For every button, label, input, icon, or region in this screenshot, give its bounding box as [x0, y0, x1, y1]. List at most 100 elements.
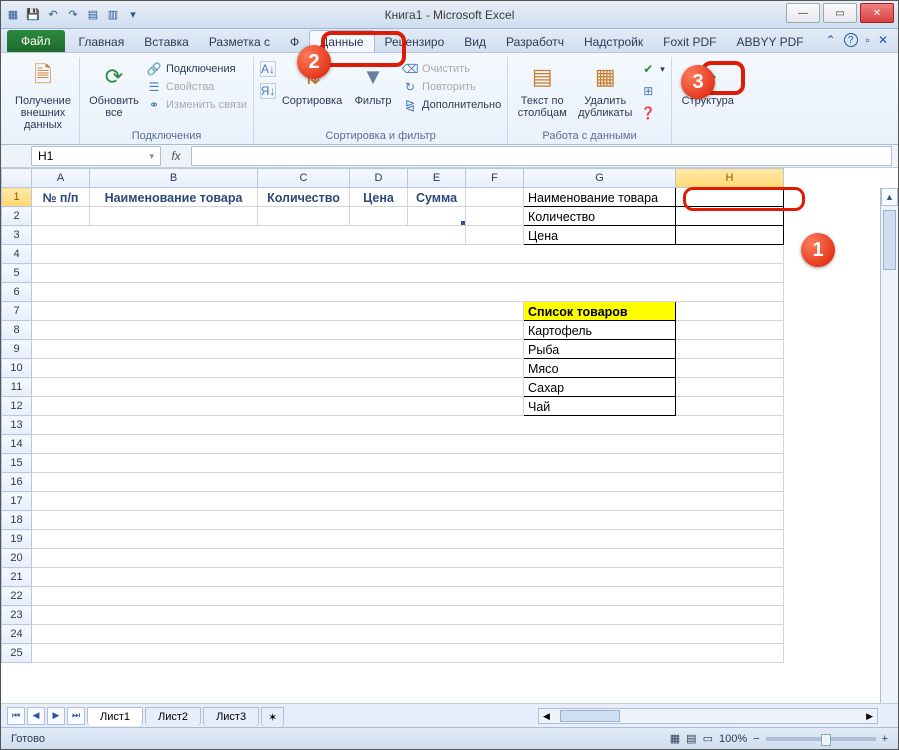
row-13[interactable]: 13	[2, 416, 32, 435]
row-3[interactable]: 3	[2, 226, 32, 245]
row-10[interactable]: 10	[2, 359, 32, 378]
cell-G7[interactable]: Список товаров	[524, 303, 675, 320]
sheet-tab-1[interactable]: Лист1	[87, 707, 143, 726]
consolidate-button[interactable]: ⊞	[640, 83, 665, 99]
zoom-out-button[interactable]: −	[753, 733, 759, 745]
reapply-button[interactable]: ↻Повторить	[402, 79, 501, 95]
cell-E1[interactable]: Сумма	[408, 189, 465, 206]
scroll-left-icon[interactable]: ◀	[539, 711, 554, 722]
tab-addins[interactable]: Надстройк	[574, 31, 653, 52]
edit-links-button[interactable]: ⚭Изменить связи	[146, 97, 247, 113]
row-14[interactable]: 14	[2, 435, 32, 454]
sort-za-button[interactable]: Я↓	[260, 83, 276, 99]
tab-file[interactable]: Файл	[7, 30, 65, 52]
fill-handle[interactable]	[461, 221, 466, 226]
close-workbook-icon[interactable]: ✕	[878, 33, 888, 47]
filter-button[interactable]: ▼ Фильтр	[348, 59, 398, 109]
cell-E2[interactable]	[408, 208, 465, 225]
sheet-nav-first[interactable]: ⏮	[7, 707, 25, 725]
cell-G9[interactable]: Рыба	[524, 341, 675, 358]
cell-G12[interactable]: Чай	[524, 398, 675, 415]
tab-foxit[interactable]: Foxit PDF	[653, 31, 726, 52]
cell-D2[interactable]	[350, 208, 407, 225]
col-G[interactable]: G	[524, 169, 676, 188]
minimize-button[interactable]: —	[786, 3, 820, 23]
cell-G3[interactable]: Цена	[524, 227, 675, 244]
cell-G8[interactable]: Картофель	[524, 322, 675, 339]
col-E[interactable]: E	[408, 169, 466, 188]
row-15[interactable]: 15	[2, 454, 32, 473]
sheet-nav-prev[interactable]: ◀	[27, 707, 45, 725]
tab-developer[interactable]: Разработч	[496, 31, 574, 52]
data-validation-button[interactable]: ✔▾	[640, 61, 665, 77]
zoom-slider[interactable]	[766, 737, 876, 741]
col-H[interactable]: H	[676, 169, 784, 188]
row-7[interactable]: 7	[2, 302, 32, 321]
col-D[interactable]: D	[350, 169, 408, 188]
zoom-in-button[interactable]: +	[882, 733, 888, 745]
cell-A2[interactable]	[32, 208, 89, 225]
scroll-thumb[interactable]	[883, 210, 896, 270]
row-11[interactable]: 11	[2, 378, 32, 397]
sheet-tab-3[interactable]: Лист3	[203, 707, 259, 726]
tab-home[interactable]: Главная	[69, 31, 135, 52]
sort-az-button[interactable]: A↓	[260, 61, 276, 77]
row-9[interactable]: 9	[2, 340, 32, 359]
help-icon[interactable]: ?	[844, 33, 858, 47]
clear-filter-button[interactable]: ⌫Очистить	[402, 61, 501, 77]
close-button[interactable]: ✕	[860, 3, 894, 23]
advanced-filter-button[interactable]: ⧎Дополнительно	[402, 97, 501, 113]
cell-C2[interactable]	[258, 208, 349, 225]
cell-G11[interactable]: Сахар	[524, 379, 675, 396]
row-24[interactable]: 24	[2, 625, 32, 644]
col-C[interactable]: C	[258, 169, 350, 188]
cell-C1[interactable]: Количество	[258, 189, 349, 206]
connections-button[interactable]: 🔗Подключения	[146, 61, 247, 77]
view-break-icon[interactable]: ▭	[703, 732, 713, 745]
tab-layout[interactable]: Разметка с	[199, 31, 280, 52]
row-1[interactable]: 1	[2, 188, 32, 207]
tab-view[interactable]: Вид	[454, 31, 496, 52]
row-21[interactable]: 21	[2, 568, 32, 587]
zoom-level[interactable]: 100%	[719, 733, 747, 745]
row-20[interactable]: 20	[2, 549, 32, 568]
remove-duplicates-button[interactable]: ▦ Удалить дубликаты	[574, 59, 636, 121]
text-to-columns-button[interactable]: ▤ Текст по столбцам	[514, 59, 570, 121]
row-6[interactable]: 6	[2, 283, 32, 302]
cell-G2[interactable]: Количество	[524, 208, 675, 225]
col-A[interactable]: A	[32, 169, 90, 188]
view-layout-icon[interactable]: ▤	[686, 732, 696, 745]
new-sheet-button[interactable]: ✶	[261, 707, 284, 727]
cell-F1[interactable]	[466, 189, 523, 206]
scroll-right-icon[interactable]: ▶	[862, 711, 877, 722]
hscroll-thumb[interactable]	[560, 710, 620, 722]
row-16[interactable]: 16	[2, 473, 32, 492]
col-F[interactable]: F	[466, 169, 524, 188]
restore-window-icon[interactable]: ▫	[866, 33, 870, 47]
sheet-nav-next[interactable]: ▶	[47, 707, 65, 725]
refresh-all-button[interactable]: ⟳ Обновить все	[86, 59, 142, 121]
row-2[interactable]: 2	[2, 207, 32, 226]
cell-A1[interactable]: № п/п	[32, 189, 89, 206]
cell-D1[interactable]: Цена	[350, 189, 407, 206]
sheet-tab-2[interactable]: Лист2	[145, 707, 201, 726]
row-25[interactable]: 25	[2, 644, 32, 663]
row-19[interactable]: 19	[2, 530, 32, 549]
row-8[interactable]: 8	[2, 321, 32, 340]
row-4[interactable]: 4	[2, 245, 32, 264]
chevron-down-icon[interactable]: ▾	[149, 151, 154, 162]
row-5[interactable]: 5	[2, 264, 32, 283]
spreadsheet-grid[interactable]: A B C D E F G H 1 № п/п Наименование тов…	[1, 168, 898, 703]
select-all-corner[interactable]	[2, 169, 32, 188]
cell-F2[interactable]	[466, 208, 523, 225]
minimize-ribbon-icon[interactable]: ⌃	[826, 33, 836, 47]
tab-review[interactable]: Рецензиро	[375, 31, 455, 52]
what-if-button[interactable]: ❓	[640, 105, 665, 121]
row-22[interactable]: 22	[2, 587, 32, 606]
formula-input[interactable]	[191, 146, 892, 166]
col-B[interactable]: B	[90, 169, 258, 188]
row-17[interactable]: 17	[2, 492, 32, 511]
tab-insert[interactable]: Вставка	[134, 31, 199, 52]
cell-B1[interactable]: Наименование товара	[90, 189, 257, 206]
cell-G1[interactable]: Наименование товара	[524, 189, 675, 206]
